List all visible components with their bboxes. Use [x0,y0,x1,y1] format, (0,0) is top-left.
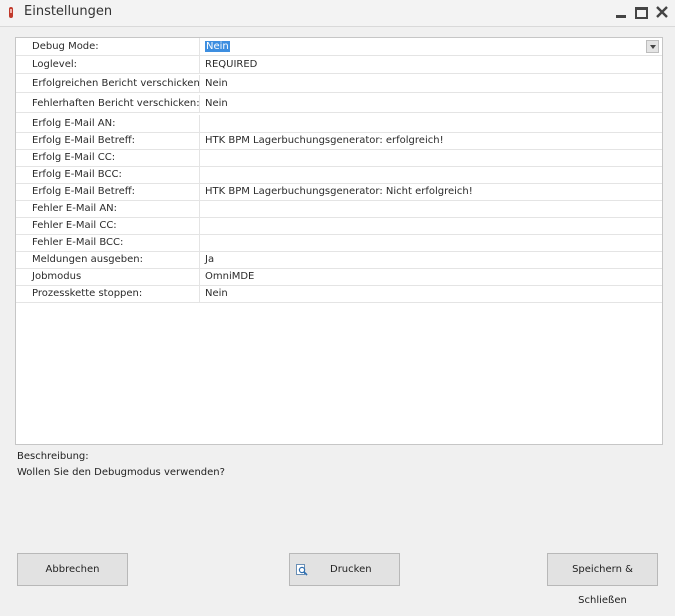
property-value[interactable]: Nein [201,75,662,92]
property-row[interactable]: Erfolgreichen Bericht verschicken: Nein [16,75,662,93]
property-name: Fehler E-Mail CC: [16,217,200,234]
property-name: Meldungen ausgeben: [16,251,200,268]
property-name: Erfolg E-Mail CC: [16,149,200,166]
property-name: Erfolgreichen Bericht verschicken: [16,75,200,92]
title-bar: Einstellungen [0,0,675,27]
window-title: Einstellungen [24,4,113,19]
property-row[interactable]: Jobmodus OmniMDE [16,268,662,286]
property-name: Fehler E-Mail BCC: [16,234,200,251]
description-text: Wollen Sie den Debugmodus verwenden? [17,467,225,478]
property-value[interactable] [201,234,662,251]
print-button-label: Drucken [330,564,372,575]
description-label: Beschreibung: [17,451,89,462]
property-value[interactable] [201,217,662,234]
property-row[interactable]: Fehler E-Mail CC: [16,217,662,235]
property-name: Erfolg E-Mail BCC: [16,166,200,183]
minimize-button[interactable] [612,3,630,21]
property-value[interactable] [201,149,662,166]
property-value[interactable]: HTK BPM Lagerbuchungsgenerator: Nicht er… [201,183,662,200]
close-button[interactable] [653,3,671,21]
minimize-icon [616,15,626,18]
property-value[interactable]: HTK BPM Lagerbuchungsgenerator: erfolgre… [201,132,662,149]
maximize-button[interactable] [632,3,650,21]
property-name: Erfolg E-Mail AN: [16,115,200,132]
property-name: Loglevel: [16,56,200,73]
property-row[interactable]: Erfolg E-Mail BCC: [16,166,662,184]
selected-value[interactable]: Nein [205,41,230,52]
property-name: Erfolg E-Mail Betreff: [16,132,200,149]
property-row[interactable]: Erfolg E-Mail CC: [16,149,662,167]
property-row[interactable]: Erfolg E-Mail Betreff: HTK BPM Lagerbuch… [16,132,662,150]
property-value[interactable]: Nein [201,95,662,112]
close-icon [656,6,668,18]
property-name: Fehler E-Mail AN: [16,200,200,217]
chevron-down-icon [650,45,656,49]
property-row[interactable]: Fehler E-Mail AN: [16,200,662,218]
property-name: Erfolg E-Mail Betreff: [16,183,200,200]
print-button[interactable]: Drucken [289,553,400,586]
property-row[interactable]: Loglevel: REQUIRED [16,56,662,74]
print-preview-icon [296,564,308,576]
property-row[interactable]: Meldungen ausgeben: Ja [16,251,662,269]
property-row[interactable]: Debug Mode: Nein [16,38,662,56]
property-value[interactable] [201,166,662,183]
property-value[interactable]: Ja [201,251,662,268]
property-row[interactable]: Fehler E-Mail BCC: [16,234,662,252]
app-icon [9,7,13,18]
property-row[interactable]: Erfolg E-Mail Betreff: HTK BPM Lagerbuch… [16,183,662,201]
cancel-button[interactable]: Abbrechen [17,553,128,586]
property-row[interactable]: Fehlerhaften Bericht verschicken: Nein [16,95,662,113]
dropdown-button[interactable] [646,40,659,53]
property-row[interactable]: Prozesskette stoppen: Nein [16,285,662,303]
property-value[interactable]: REQUIRED [201,56,662,73]
property-name: Debug Mode: [16,38,200,55]
property-grid: Debug Mode: Nein Loglevel: REQUIRED Erfo… [15,37,663,445]
property-value[interactable]: Nein [201,285,662,302]
maximize-icon [635,7,648,19]
property-value[interactable] [201,200,662,217]
property-name: Fehlerhaften Bericht verschicken: [16,95,200,112]
property-name: Prozesskette stoppen: [16,285,200,302]
property-name: Jobmodus [16,268,200,285]
property-value[interactable] [201,115,662,132]
save-and-close-button[interactable]: Speichern & Schließen [547,553,658,606]
property-value[interactable]: OmniMDE [201,268,662,285]
property-value-editor[interactable]: Nein [201,38,662,55]
property-row[interactable]: Erfolg E-Mail AN: [16,115,662,133]
